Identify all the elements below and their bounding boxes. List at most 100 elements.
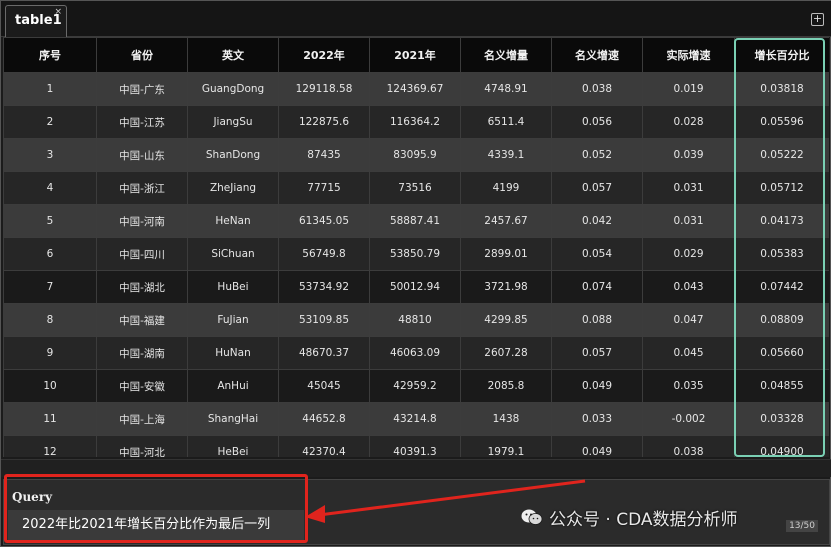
table-row[interactable]: 11 中国-上海 ShangHai 44652.8 43214.8 1438 0.033 -0… [3,402,829,436]
table-cell[interactable]: 42370.4 [278,435,370,457]
table-cell[interactable]: 0.028 [642,105,735,139]
table-cell[interactable]: ZheJiang [187,171,279,205]
table-cell[interactable]: 9 [3,336,97,370]
table-cell[interactable]: 0.047 [642,303,735,337]
table-cell[interactable]: 58887.41 [369,204,461,238]
table-cell[interactable]: 0.05712 [734,171,829,205]
table-cell[interactable]: 中国-上海 [96,402,188,436]
table-cell[interactable]: 43214.8 [369,402,461,436]
table-cell[interactable]: 0.042 [551,204,643,238]
table-cell[interactable]: 0.04855 [734,369,829,403]
column-header[interactable]: 增长百分比 [734,37,829,73]
table-row[interactable]: 3 中国-山东 ShanDong 87435 83095.9 4339.1 0.052 0.0… [3,138,829,172]
table-cell[interactable]: 0.052 [551,138,643,172]
close-icon[interactable]: × [54,7,62,17]
table-cell[interactable]: 42959.2 [369,369,461,403]
table-cell[interactable]: 124369.67 [369,72,461,106]
table-cell[interactable]: 中国-河北 [96,435,188,457]
table-cell[interactable]: 45045 [278,369,370,403]
table-cell[interactable]: 0.038 [551,72,643,106]
query-input[interactable]: 2022年比2021年增长百分比作为最后一列 [8,510,304,540]
table-cell[interactable]: 0.049 [551,435,643,457]
table-cell[interactable]: 48810 [369,303,461,337]
table-cell[interactable]: 8 [3,303,97,337]
table-cell[interactable]: JiangSu [187,105,279,139]
table-cell[interactable]: 中国-福建 [96,303,188,337]
table-cell[interactable]: AnHui [187,369,279,403]
table-cell[interactable]: 中国-四川 [96,237,188,271]
table-cell[interactable]: 2 [3,105,97,139]
table-cell[interactable]: 0.031 [642,204,735,238]
table-cell[interactable]: SiChuan [187,237,279,271]
table-cell[interactable]: 0.088 [551,303,643,337]
table-row[interactable]: 12 中国-河北 HeBei 42370.4 40391.3 1979.1 0.049 0.0… [3,435,829,457]
table-cell[interactable]: 6511.4 [460,105,552,139]
table-cell[interactable]: 0.049 [551,369,643,403]
table-cell[interactable]: 122875.6 [278,105,370,139]
table-cell[interactable]: 0.05222 [734,138,829,172]
table-cell[interactable]: 0.074 [551,270,643,304]
table-cell[interactable]: 87435 [278,138,370,172]
table-cell[interactable]: 3 [3,138,97,172]
table-row[interactable]: 4 中国-浙江 ZheJiang 77715 73516 4199 0.057 0.031 0.… [3,171,829,205]
table-cell[interactable]: 73516 [369,171,461,205]
add-tab-icon[interactable]: + [811,13,824,26]
data-table-container[interactable]: 序号 省份 英文 2022年 2021年 名义增量 名义增速 实际增速 增长百分比 1 中国-广东… [3,37,829,457]
table-row[interactable]: 5 中国-河南 HeNan 61345.05 58887.41 2457.67 0.042 0… [3,204,829,238]
table-cell[interactable]: 83095.9 [369,138,461,172]
table-row[interactable]: 10 中国-安徽 AnHui 45045 42959.2 2085.8 0.049 0.035… [3,369,829,403]
table-cell[interactable]: 0.019 [642,72,735,106]
table-cell[interactable]: 0.029 [642,237,735,271]
table-cell[interactable]: 0.07442 [734,270,829,304]
table-cell[interactable]: 46063.09 [369,336,461,370]
table-cell[interactable]: 61345.05 [278,204,370,238]
column-header[interactable]: 省份 [96,37,188,73]
table-cell[interactable]: 10 [3,369,97,403]
column-header[interactable]: 2021年 [369,37,461,73]
table-cell[interactable]: 4748.91 [460,72,552,106]
table-cell[interactable]: 0.03328 [734,402,829,436]
table-cell[interactable]: 0.057 [551,336,643,370]
table-cell[interactable]: 中国-河南 [96,204,188,238]
table-cell[interactable]: 12 [3,435,97,457]
table-cell[interactable]: 2899.01 [460,237,552,271]
table-cell[interactable]: 0.054 [551,237,643,271]
table-cell[interactable]: 0.04173 [734,204,829,238]
table-cell[interactable]: 4299.85 [460,303,552,337]
table-cell[interactable]: 1 [3,72,97,106]
table-cell[interactable]: FuJian [187,303,279,337]
table-cell[interactable]: ShangHai [187,402,279,436]
table-cell[interactable]: 2457.67 [460,204,552,238]
column-header[interactable]: 序号 [3,37,97,73]
table-cell[interactable]: 0.033 [551,402,643,436]
tab-table1[interactable]: table1 × [5,5,67,37]
table-cell[interactable]: 6 [3,237,97,271]
table-cell[interactable]: 中国-安徽 [96,369,188,403]
table-cell[interactable]: 中国-湖南 [96,336,188,370]
column-header[interactable]: 名义增速 [551,37,643,73]
table-cell[interactable]: 56749.8 [278,237,370,271]
table-cell[interactable]: ShanDong [187,138,279,172]
table-cell[interactable]: 44652.8 [278,402,370,436]
table-cell[interactable]: -0.002 [642,402,735,436]
table-cell[interactable]: 0.057 [551,171,643,205]
table-cell[interactable]: 0.05660 [734,336,829,370]
table-cell[interactable]: 116364.2 [369,105,461,139]
table-cell[interactable]: 0.039 [642,138,735,172]
table-cell[interactable]: 1979.1 [460,435,552,457]
table-cell[interactable]: 53850.79 [369,237,461,271]
table-cell[interactable]: 0.04900 [734,435,829,457]
table-cell[interactable]: HuBei [187,270,279,304]
table-cell[interactable]: 中国-广东 [96,72,188,106]
table-cell[interactable]: 0.031 [642,171,735,205]
table-cell[interactable]: 7 [3,270,97,304]
table-cell[interactable]: 0.045 [642,336,735,370]
table-cell[interactable]: 4339.1 [460,138,552,172]
table-cell[interactable]: HuNan [187,336,279,370]
table-cell[interactable]: 中国-江苏 [96,105,188,139]
table-cell[interactable]: 129118.58 [278,72,370,106]
table-cell[interactable]: 50012.94 [369,270,461,304]
table-row[interactable]: 8 中国-福建 FuJian 53109.85 48810 4299.85 0.088 0.0… [3,303,829,337]
table-cell[interactable]: 0.056 [551,105,643,139]
column-header[interactable]: 实际增速 [642,37,735,73]
